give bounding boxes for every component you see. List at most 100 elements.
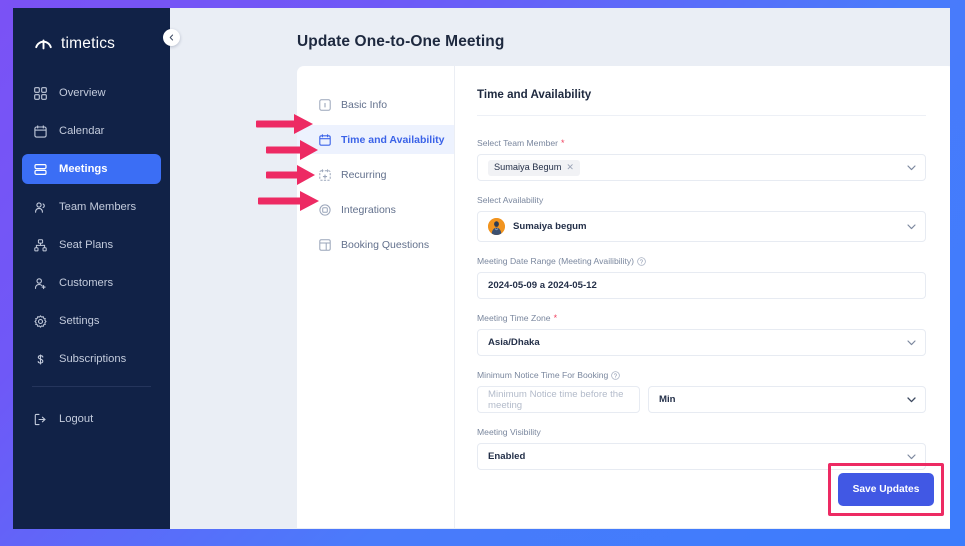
- sidebar-divider: [32, 386, 151, 387]
- brand-name: timetics: [61, 34, 116, 52]
- sidebar-item-meetings[interactable]: Meetings: [22, 154, 161, 184]
- availability-select[interactable]: Sumaiya begum: [477, 211, 926, 242]
- chevron-down-icon[interactable]: [907, 339, 916, 346]
- divider: [477, 115, 926, 116]
- sidebar-item-overview[interactable]: Overview: [22, 78, 161, 108]
- field-label: Minimum Notice Time For Booking: [477, 370, 926, 380]
- sidebar: timetics Overview Calendar Meetings Team…: [13, 8, 180, 529]
- meeting-visibility-select[interactable]: Enabled: [477, 443, 926, 470]
- chevron-down-icon[interactable]: [907, 453, 916, 460]
- sidebar-item-logout[interactable]: Logout: [22, 404, 161, 434]
- sidebar-item-label: Team Members: [59, 201, 137, 213]
- minimum-notice-unit-select[interactable]: Min: [648, 386, 926, 413]
- chevron-down-icon[interactable]: [907, 223, 916, 230]
- user-add-icon: [33, 276, 48, 291]
- unit-value: Min: [659, 394, 676, 405]
- field-meeting-visibility: Meeting Visibility Enabled: [477, 427, 926, 470]
- required-asterisk: *: [561, 137, 565, 148]
- date-range-value: 2024-05-09 a 2024-05-12: [488, 280, 597, 291]
- content-card: Basic Info Time and Availability Recurri…: [297, 66, 950, 528]
- tab-label: Recurring: [341, 168, 387, 181]
- required-asterisk: *: [553, 312, 558, 323]
- label-text: Meeting Time Zone: [477, 313, 551, 323]
- sidebar-item-label: Meetings: [59, 163, 108, 175]
- form-heading: Time and Availability: [477, 88, 592, 101]
- team-member-select[interactable]: Sumaiya Begum ✕: [477, 154, 926, 181]
- page-title: Update One-to-One Meeting: [297, 33, 505, 50]
- meeting-tabs: Basic Info Time and Availability Recurri…: [297, 66, 455, 528]
- label-text: Minimum Notice Time For Booking: [477, 370, 609, 380]
- label-text: Meeting Visibility: [477, 427, 541, 437]
- label-text: Select Availability: [477, 195, 544, 205]
- sidebar-item-team-members[interactable]: Team Members: [22, 192, 161, 222]
- tab-label: Basic Info: [341, 98, 388, 111]
- field-select-availability: Select Availability Sumaiya begum: [477, 195, 926, 242]
- sidebar-item-subscriptions[interactable]: Subscriptions: [22, 344, 161, 374]
- gear-icon: [33, 314, 48, 329]
- question-mark-icon[interactable]: [637, 256, 646, 266]
- sidebar-item-customers[interactable]: Customers: [22, 268, 161, 298]
- sidebar-nav: Overview Calendar Meetings Team Members …: [13, 78, 170, 374]
- tab-label: Time and Availability: [341, 133, 445, 146]
- minimum-notice-input[interactable]: Minimum Notice time before the meeting: [477, 386, 640, 413]
- field-label: Meeting Time Zone *: [477, 313, 926, 323]
- minimum-notice-placeholder: Minimum Notice time before the meeting: [488, 388, 624, 411]
- time-zone-select[interactable]: Asia/Dhaka: [477, 329, 926, 356]
- tab-integrations[interactable]: Integrations: [297, 195, 454, 224]
- chevron-left-icon: [168, 34, 175, 41]
- tab-label: Booking Questions: [341, 238, 430, 251]
- field-label: Select Availability: [477, 195, 926, 205]
- field-meeting-time-zone: Meeting Time Zone * Asia/Dhaka: [477, 313, 926, 356]
- sidebar-item-settings[interactable]: Settings: [22, 306, 161, 336]
- integration-icon: [318, 203, 331, 216]
- tab-basic-info[interactable]: Basic Info: [297, 90, 454, 119]
- chevron-down-icon[interactable]: [907, 164, 916, 171]
- grid-icon: [33, 86, 48, 101]
- sidebar-item-label: Calendar: [59, 125, 105, 137]
- brand[interactable]: timetics: [13, 8, 170, 60]
- sidebar-item-calendar[interactable]: Calendar: [22, 116, 161, 146]
- info-box-icon: [318, 98, 331, 111]
- sidebar-item-label: Seat Plans: [59, 239, 114, 251]
- sidebar-item-label: Subscriptions: [59, 353, 127, 365]
- visibility-value: Enabled: [488, 451, 526, 462]
- logout-icon: [33, 412, 48, 427]
- tab-recurring[interactable]: Recurring: [297, 160, 454, 189]
- meetings-icon: [33, 162, 48, 177]
- close-icon[interactable]: ✕: [566, 162, 574, 173]
- minimum-notice-row: Minimum Notice time before the meeting M…: [477, 386, 926, 413]
- calendar-icon: [318, 133, 331, 146]
- selected-team-member-chip[interactable]: Sumaiya Begum ✕: [488, 159, 580, 176]
- label-text: Select Team Member: [477, 138, 559, 148]
- sidebar-item-label: Customers: [59, 277, 114, 289]
- field-minimum-notice-time: Minimum Notice Time For Booking Minimum …: [477, 370, 926, 413]
- sidebar-collapse-button[interactable]: [163, 29, 180, 46]
- meeting-form: Time and Availability Select Team Member…: [455, 66, 950, 528]
- user-avatar-icon: [488, 218, 505, 235]
- availability-value: Sumaiya begum: [513, 221, 587, 232]
- field-label: Meeting Date Range (Meeting Availibility…: [477, 256, 926, 266]
- chip-label: Sumaiya Begum: [494, 162, 562, 172]
- field-select-team-member: Select Team Member * Sumaiya Begum ✕: [477, 138, 926, 181]
- dollar-icon: [33, 352, 48, 367]
- tab-booking-questions[interactable]: Booking Questions: [297, 230, 454, 259]
- sidebar-nav-bottom: Logout: [13, 404, 170, 434]
- time-zone-value: Asia/Dhaka: [488, 337, 540, 348]
- save-updates-button[interactable]: Save Updates: [838, 473, 934, 506]
- sidebar-item-label: Logout: [59, 413, 94, 425]
- field-meeting-date-range: Meeting Date Range (Meeting Availibility…: [477, 256, 926, 299]
- sidebar-item-label: Settings: [59, 315, 100, 327]
- timetics-logo-icon: [34, 34, 53, 53]
- users-icon: [33, 200, 48, 215]
- field-label: Meeting Visibility: [477, 427, 926, 437]
- seatplan-icon: [33, 238, 48, 253]
- meeting-date-range-input[interactable]: 2024-05-09 a 2024-05-12: [477, 272, 926, 299]
- save-updates-area: Save Updates: [828, 463, 944, 516]
- calendar-icon: [33, 124, 48, 139]
- sidebar-item-seat-plans[interactable]: Seat Plans: [22, 230, 161, 260]
- label-text: Meeting Date Range (Meeting Availibility…: [477, 256, 634, 266]
- tab-time-and-availability[interactable]: Time and Availability: [297, 125, 454, 154]
- form-layout-icon: [318, 238, 331, 251]
- chevron-down-icon[interactable]: [907, 396, 916, 403]
- question-mark-icon[interactable]: [611, 370, 621, 380]
